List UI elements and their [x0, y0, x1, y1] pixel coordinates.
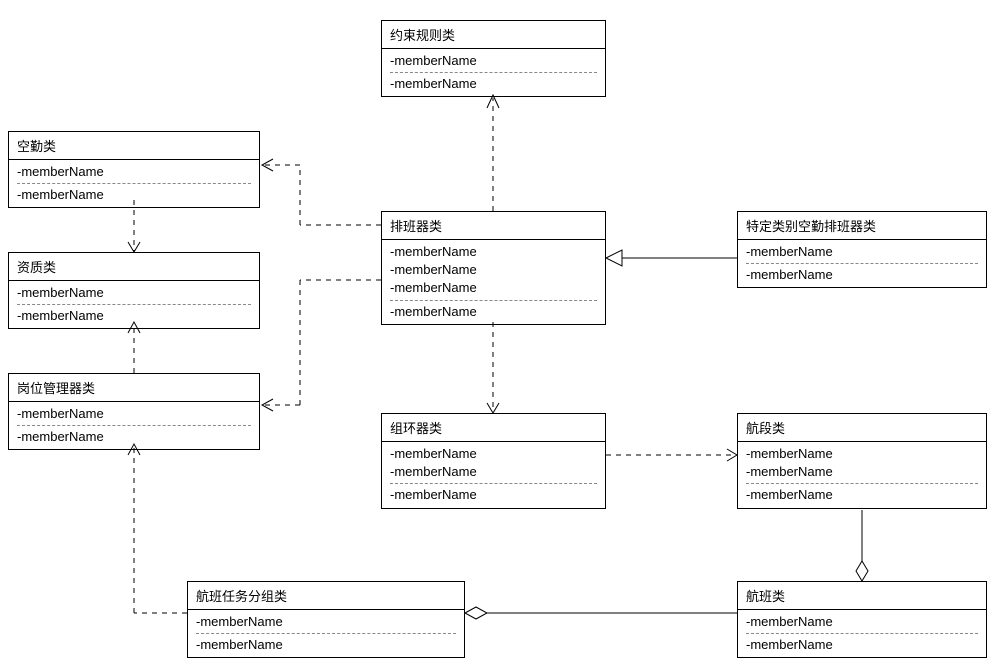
member: -memberName [746, 263, 978, 284]
member: -memberName [390, 243, 597, 261]
class-members: -memberName -memberName [382, 49, 605, 96]
class-title: 航段类 [738, 414, 986, 442]
class-title: 航班类 [738, 582, 986, 610]
class-scheduler: 排班器类 -memberName -memberName -memberName… [381, 211, 606, 325]
class-task-group: 航班任务分组类 -memberName -memberName [187, 581, 465, 658]
member: -memberName [390, 279, 597, 297]
member: -memberName [17, 304, 251, 325]
class-title: 资质类 [9, 253, 259, 281]
class-constraint: 约束规则类 -memberName -memberName [381, 20, 606, 97]
class-position-manager: 岗位管理器类 -memberName -memberName [8, 373, 260, 450]
class-title: 岗位管理器类 [9, 374, 259, 402]
class-title: 空勤类 [9, 132, 259, 160]
member: -memberName [746, 483, 978, 504]
class-members: -memberName -memberName -memberName [382, 442, 605, 508]
class-members: -memberName -memberName [9, 402, 259, 449]
class-flight: 航班类 -memberName -memberName [737, 581, 987, 658]
member: -memberName [746, 243, 978, 261]
member: -memberName [390, 261, 597, 279]
member: -memberName [196, 633, 456, 654]
member: -memberName [390, 445, 597, 463]
class-qualification: 资质类 -memberName -memberName [8, 252, 260, 329]
connectors-svg [0, 0, 1000, 667]
class-members: -memberName -memberName -memberName [738, 442, 986, 508]
class-loop: 组环器类 -memberName -memberName -memberName [381, 413, 606, 509]
member: -memberName [17, 405, 251, 423]
member: -memberName [390, 463, 597, 481]
class-title: 排班器类 [382, 212, 605, 240]
member: -memberName [746, 633, 978, 654]
member: -memberName [17, 163, 251, 181]
member: -memberName [390, 72, 597, 93]
member: -memberName [196, 613, 456, 631]
class-members: -memberName -memberName [738, 610, 986, 657]
class-members: -memberName -memberName [738, 240, 986, 287]
member: -memberName [746, 445, 978, 463]
member: -memberName [17, 284, 251, 302]
member: -memberName [390, 300, 597, 321]
class-title: 组环器类 [382, 414, 605, 442]
member: -memberName [390, 483, 597, 504]
class-title: 约束规则类 [382, 21, 605, 49]
class-title: 特定类别空勤排班器类 [738, 212, 986, 240]
member: -memberName [746, 613, 978, 631]
class-specific-scheduler: 特定类别空勤排班器类 -memberName -memberName [737, 211, 987, 288]
class-members: -memberName -memberName [9, 160, 259, 207]
class-aircrew: 空勤类 -memberName -memberName [8, 131, 260, 208]
class-members: -memberName -memberName [188, 610, 464, 657]
member: -memberName [390, 52, 597, 70]
class-segment: 航段类 -memberName -memberName -memberName [737, 413, 987, 509]
member: -memberName [17, 183, 251, 204]
member: -memberName [17, 425, 251, 446]
class-members: -memberName -memberName -memberName -mem… [382, 240, 605, 324]
class-title: 航班任务分组类 [188, 582, 464, 610]
member: -memberName [746, 463, 978, 481]
class-members: -memberName -memberName [9, 281, 259, 328]
